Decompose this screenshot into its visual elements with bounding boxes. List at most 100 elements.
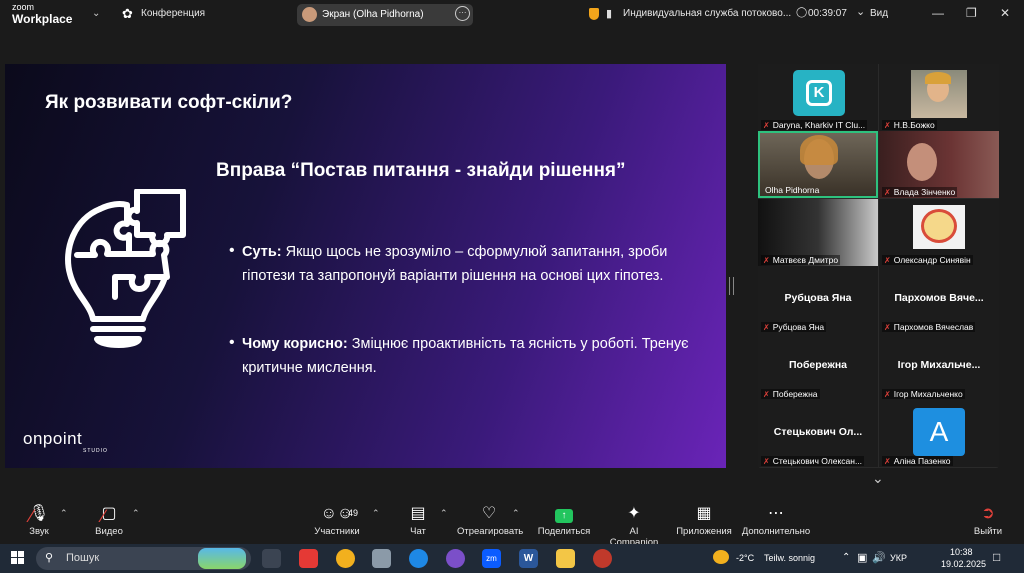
mic-muted-icon: ✗ <box>763 121 770 130</box>
chevron-up-icon[interactable]: ⌃ <box>842 552 850 563</box>
edge-icon[interactable] <box>409 549 428 568</box>
participant-name: ✗ Влада Зінченко <box>882 187 958 197</box>
taskbar-search[interactable]: ⚲ Пошук <box>36 547 251 570</box>
participant-video <box>907 143 937 181</box>
participant-tile-active[interactable]: Olha Pidhorna <box>758 131 878 198</box>
onpoint-logo: onpoint <box>23 429 83 448</box>
participant-tile[interactable]: Рубцова Яна ✗ Рубцова Яна <box>758 266 878 333</box>
reactions-label: Отреагировать <box>457 526 524 537</box>
view-button[interactable]: Вид <box>870 8 888 19</box>
bullet-2-label: Чому корисно: <box>242 336 348 352</box>
speaker-icon[interactable]: 🔊 <box>872 551 886 564</box>
participant-display-name: Стецькович Ол... <box>773 426 863 438</box>
chevron-up-icon[interactable]: ⌃ <box>132 508 140 519</box>
apps-icon: ▦ <box>696 505 712 522</box>
leave-icon: ➲ <box>981 505 995 522</box>
leave-button[interactable]: ➲ Выйти <box>972 504 1004 537</box>
app-icon[interactable] <box>372 549 391 568</box>
participant-display-name: Пархомов Вяче... <box>894 292 984 304</box>
participant-tile[interactable]: Ігор Михальче... ✗ Ігор Михальченко <box>879 333 999 400</box>
participant-name: ✗ Стецькович Олексан... <box>761 456 865 466</box>
clock-icon: ◯ <box>796 7 808 18</box>
chrome-icon[interactable] <box>336 549 355 568</box>
zoom-taskbar-icon[interactable]: zm <box>482 549 501 568</box>
apps-button[interactable]: ▦ Приложения <box>675 504 733 537</box>
search-placeholder: Пошук <box>66 552 100 564</box>
apps-label: Приложения <box>676 526 732 537</box>
meeting-label[interactable]: Конференция <box>141 8 205 19</box>
signal-icon: ▮ <box>606 8 613 20</box>
mic-muted-icon: ✗ <box>763 390 770 399</box>
participant-name: ✗ Н.В.Божко <box>882 120 937 130</box>
close-icon[interactable]: ✕ <box>1000 6 1010 20</box>
panel-splitter-handle[interactable] <box>729 277 734 295</box>
task-view-icon[interactable] <box>262 549 281 568</box>
participant-tile[interactable]: ✗ Н.В.Божко <box>879 64 999 131</box>
mic-muted-icon: ✗ <box>884 457 891 466</box>
participant-tile[interactable]: ✗ Влада Зінченко <box>879 131 999 198</box>
leave-label: Выйти <box>973 526 1003 537</box>
windows-start-icon[interactable] <box>11 551 25 565</box>
participant-avatar-image <box>913 205 965 249</box>
restore-icon[interactable]: ❐ <box>966 6 977 20</box>
video-button[interactable]: ▢ ∕ Видео <box>92 504 126 537</box>
chevron-down-icon[interactable]: ⌄ <box>92 8 100 19</box>
participant-tile[interactable]: Побережна ✗ Побережна <box>758 333 878 400</box>
viber-icon[interactable] <box>446 549 465 568</box>
audio-label: Звук <box>29 526 49 537</box>
gallery-scroll-down-icon[interactable]: ⌄ <box>872 470 884 487</box>
more-label: Дополнительно <box>741 526 811 537</box>
zoom-logo-main: Workplace <box>12 12 73 26</box>
clock-date[interactable]: 19.02.2025 <box>941 559 986 569</box>
clock-time[interactable]: 10:38 <box>950 547 973 557</box>
participant-display-name: Рубцова Яна <box>784 292 852 304</box>
chevron-up-icon[interactable]: ⌃ <box>440 508 448 519</box>
chevron-up-icon[interactable]: ⌃ <box>60 508 68 519</box>
participant-tile[interactable]: K ✗ Daryna, Kharkiv IT Clu... <box>758 64 878 131</box>
bullet-2: Чому корисно: Зміцнює проактивність та я… <box>242 332 702 380</box>
more-icon[interactable]: ⋯ <box>455 6 470 21</box>
zoom-logo-top: zoom <box>12 2 35 12</box>
chevron-up-icon[interactable]: ⌃ <box>372 508 380 519</box>
screen-share-pill[interactable]: Экран (Olha Pidhorna) ⋯ <box>297 4 473 26</box>
participant-name: ✗ Пархомов Вячеслав <box>882 322 976 332</box>
chat-icon: ▤ <box>410 505 426 522</box>
app-icon[interactable] <box>593 549 612 568</box>
mic-muted-icon: ✗ <box>763 256 770 265</box>
search-icon: ⚲ <box>45 552 54 564</box>
lightbulb-puzzle-icon <box>65 189 186 348</box>
chat-button[interactable]: ▤ Чат <box>405 504 431 537</box>
minimize-icon[interactable]: — <box>932 6 944 20</box>
file-explorer-icon[interactable] <box>556 549 575 568</box>
participant-name: ✗ Побережна <box>761 389 820 399</box>
bullet-dot: • <box>229 334 235 351</box>
tray-app-icon[interactable]: ▣ <box>857 551 867 564</box>
share-screen-button[interactable]: ↑ Поделиться <box>537 504 591 537</box>
notifications-icon[interactable]: □ <box>993 550 1000 564</box>
participant-tile[interactable]: A ✗ Аліна Пазенко <box>879 400 999 467</box>
weather-temp[interactable]: -2°C <box>736 553 754 563</box>
participant-tile[interactable]: Пархомов Вяче... ✗ Пархомов Вячеслав <box>879 266 999 333</box>
more-button[interactable]: ⋯ Дополнительно <box>741 504 811 537</box>
onpoint-logo-sub: STUDIO <box>83 448 108 454</box>
security-text[interactable]: Индивидуальная служба потоково... <box>623 8 791 19</box>
shield-icon[interactable] <box>589 8 599 20</box>
participant-tile[interactable]: Стецькович Ол... ✗ Стецькович Олексан... <box>758 400 878 467</box>
participant-tile[interactable]: ✗ Матвєєв Дмитро <box>758 199 878 266</box>
ai-companion-button[interactable]: ✦ AI Companion <box>605 504 663 548</box>
word-icon[interactable]: W <box>519 549 538 568</box>
top-bar: zoom Workplace ⌄ ✿ Конференция Экран (Ol… <box>0 0 1024 30</box>
audio-button[interactable]: 🎙 ∕ Звук <box>22 504 56 537</box>
wps-office-icon[interactable] <box>299 549 318 568</box>
mic-muted-icon: ✗ <box>884 390 891 399</box>
slide-title: Як розвивати софт-скіли? <box>45 92 293 113</box>
weather-text[interactable]: Teilw. sonnig <box>764 553 815 563</box>
chevron-down-icon[interactable]: ⌄ <box>856 5 865 18</box>
mic-muted-icon: ✗ <box>763 457 770 466</box>
paw-icon: ✿ <box>122 6 133 21</box>
chevron-up-icon[interactable]: ⌃ <box>512 508 520 519</box>
weather-icon[interactable] <box>713 550 729 564</box>
participant-tile[interactable]: ✗ Олександр Синявін <box>879 199 999 266</box>
keyboard-language[interactable]: УКР <box>890 553 907 563</box>
windows-taskbar: ⚲ Пошук zm W -2°C Teilw. sonnig ⌃ ▣ 🔊 УК… <box>0 544 1024 573</box>
